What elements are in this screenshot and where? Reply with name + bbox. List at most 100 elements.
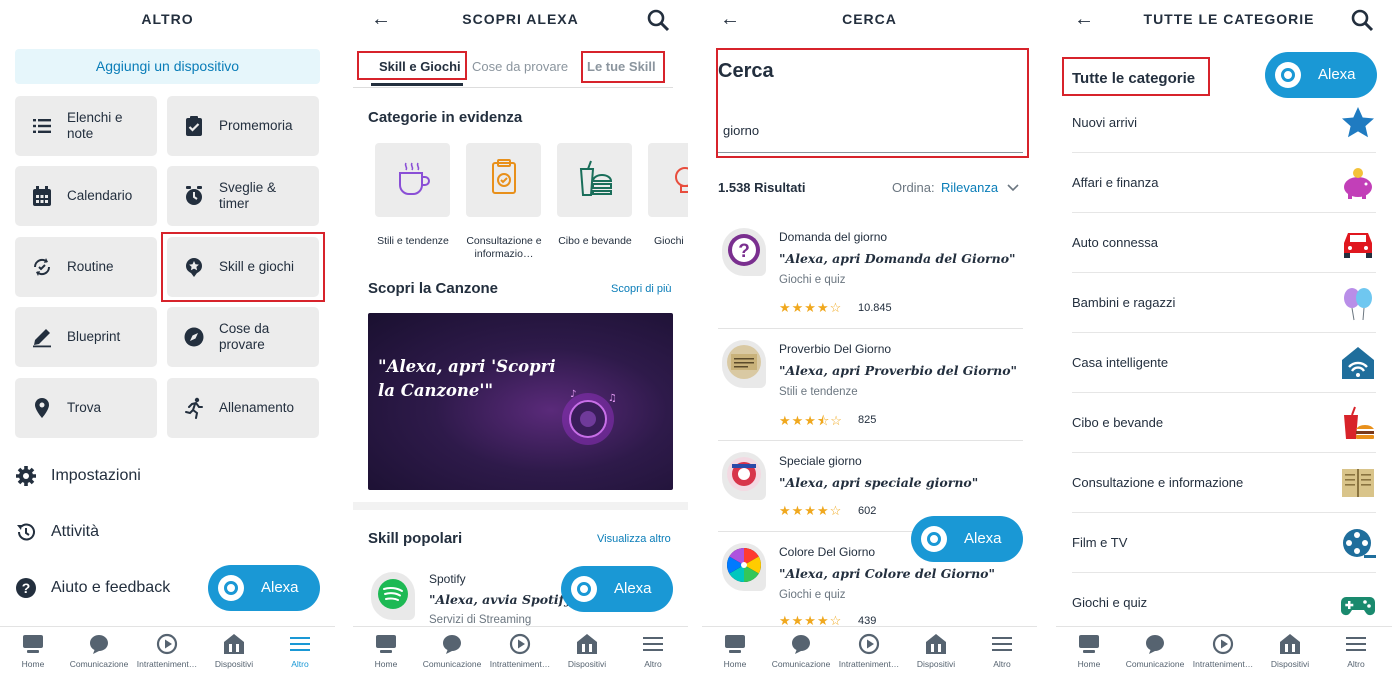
search-icon[interactable] — [1350, 8, 1374, 32]
nav-more[interactable]: Altro — [969, 633, 1035, 669]
nav-more[interactable]: Altro — [267, 633, 333, 669]
gamepad-icon — [1341, 597, 1375, 616]
tile-find[interactable]: Trova — [15, 378, 157, 438]
nav-devices[interactable]: Dispositivi — [1257, 633, 1323, 669]
category-row[interactable]: Bambini e ragazzi — [1072, 273, 1376, 333]
add-device-button[interactable]: Aggiungi un dispositivo — [15, 49, 320, 84]
header: ← CERCA — [702, 0, 1037, 40]
compass-icon — [184, 327, 204, 347]
category-row[interactable]: Giochi e quiz — [1072, 573, 1376, 633]
play-icon — [1212, 633, 1234, 655]
help-item[interactable]: ? Aiuto e feedback — [15, 573, 170, 603]
nav-label: Home — [1077, 659, 1101, 669]
nav-home[interactable]: Home — [702, 633, 768, 669]
bottom-nav: Home Comunicazione Intratteniment… Dispo… — [0, 626, 335, 676]
category-label: Affari e finanza — [1072, 175, 1159, 190]
promo-banner[interactable]: "Alexa, apri 'Scopri la Canzone'" ♪ ♫ — [368, 313, 673, 490]
nav-entertainment[interactable]: Intratteniment… — [836, 633, 902, 669]
category-row[interactable]: Nuovi arrivi — [1072, 93, 1376, 153]
result-category: Stili e tendenze — [779, 386, 858, 398]
nav-home[interactable]: Home — [1056, 633, 1122, 669]
nav-entertainment[interactable]: Intratteniment… — [487, 633, 553, 669]
nav-home[interactable]: Home — [353, 633, 419, 669]
skill-logo — [722, 543, 766, 591]
category-row[interactable]: Auto connessa — [1072, 213, 1376, 273]
nav-more[interactable]: Altro — [1323, 633, 1389, 669]
nav-label: Dispositivi — [916, 659, 956, 669]
tile-reminders[interactable]: Promemoria — [167, 96, 319, 156]
history-icon — [17, 523, 35, 541]
film-reel-icon — [1343, 529, 1376, 558]
nav-label: Intratteniment… — [1192, 659, 1254, 669]
view-more-link[interactable]: Visualizza altro — [597, 533, 671, 545]
nav-home[interactable]: Home — [0, 633, 66, 669]
panel-tutte-categorie: ← TUTTE LE CATEGORIE Tutte le categorie … — [1056, 0, 1392, 676]
nav-devices[interactable]: Dispositivi — [201, 633, 267, 669]
category-row[interactable]: Affari e finanza — [1072, 153, 1376, 213]
category-card[interactable] — [466, 143, 541, 217]
nav-devices[interactable]: Dispositivi — [903, 633, 969, 669]
nav-more[interactable]: Altro — [620, 633, 686, 669]
tile-things-to-try[interactable]: Cose da provare — [167, 307, 319, 367]
alexa-button[interactable]: Alexa — [561, 566, 673, 612]
routine-icon — [33, 258, 51, 276]
category-row[interactable]: Film e TV — [1072, 513, 1376, 573]
result-invocation: "Alexa, apri Domanda del Giorno" — [779, 251, 1016, 266]
sort-dropdown[interactable]: Rilevanza — [941, 180, 998, 195]
chevron-down-icon[interactable] — [1007, 183, 1019, 193]
nav-communication[interactable]: Comunicazione — [1122, 633, 1188, 669]
tile-workout[interactable]: Allenamento — [167, 378, 319, 438]
chat-bubble-icon — [90, 635, 108, 654]
alexa-button[interactable]: Alexa — [911, 516, 1023, 562]
discover-more-link[interactable]: Scopri di più — [611, 283, 672, 295]
nav-communication[interactable]: Comunicazione — [419, 633, 485, 669]
color-wheel-icon — [727, 548, 761, 582]
devices-house-icon — [1280, 634, 1300, 654]
alexa-button[interactable]: Alexa — [1265, 52, 1377, 98]
nav-label: Dispositivi — [567, 659, 607, 669]
nav-communication[interactable]: Comunicazione — [66, 633, 132, 669]
category-row[interactable]: Consultazione e informazione — [1072, 453, 1376, 513]
tile-label: Allenamento — [219, 400, 295, 415]
nav-label: Dispositivi — [1270, 659, 1310, 669]
divider — [718, 328, 1023, 329]
home-icon — [376, 635, 396, 653]
result-invocation: "Alexa, apri speciale giorno" — [779, 475, 979, 490]
tile-lists[interactable]: Elenchi e note — [15, 96, 157, 156]
header: ← TUTTE LE CATEGORIE — [1056, 0, 1392, 40]
nav-communication[interactable]: Comunicazione — [768, 633, 834, 669]
star-rating: ★★★★☆ — [779, 503, 843, 518]
category-row[interactable]: Cibo e bevande — [1072, 393, 1376, 453]
pencil-icon — [33, 329, 51, 348]
settings-item[interactable]: Impostazioni — [15, 461, 141, 491]
star-rating: ★★★★☆ — [779, 300, 843, 315]
nav-devices[interactable]: Dispositivi — [554, 633, 620, 669]
tile-alarms[interactable]: Sveglie & timer — [167, 166, 319, 226]
skill-invocation: "Alexa, avvia Spotify — [429, 592, 572, 607]
menu-icon — [992, 637, 1012, 651]
tile-label: Blueprint — [67, 329, 121, 344]
svg-text:?: ? — [22, 580, 31, 596]
category-card[interactable] — [557, 143, 632, 217]
highlight-box — [161, 232, 325, 302]
tile-calendar[interactable]: Calendario — [15, 166, 157, 226]
skill-name: Spotify — [429, 572, 466, 586]
category-card[interactable] — [375, 143, 450, 217]
nav-label: Intratteniment… — [489, 659, 551, 669]
panel-altro: ALTRO Aggiungi un dispositivo Elenchi e … — [0, 0, 335, 676]
category-row[interactable]: Casa intelligente — [1072, 333, 1376, 393]
location-pin-icon — [35, 398, 49, 418]
tile-routine[interactable]: Routine — [15, 237, 157, 297]
nav-entertainment[interactable]: Intratteniment… — [134, 633, 200, 669]
search-icon[interactable] — [646, 8, 670, 32]
tile-blueprint[interactable]: Blueprint — [15, 307, 157, 367]
nav-entertainment[interactable]: Intratteniment… — [1190, 633, 1256, 669]
search-input[interactable]: giorno — [718, 121, 1023, 153]
tab-cose-da-provare[interactable]: Cose da provare — [472, 59, 568, 74]
activity-item[interactable]: Attività — [15, 517, 99, 547]
alexa-button[interactable]: Alexa — [208, 565, 320, 611]
category-card[interactable] — [648, 143, 688, 217]
result-name: Speciale giorno — [779, 454, 862, 468]
result-name: Colore Del Giorno — [779, 545, 876, 559]
list-icon — [33, 119, 51, 133]
